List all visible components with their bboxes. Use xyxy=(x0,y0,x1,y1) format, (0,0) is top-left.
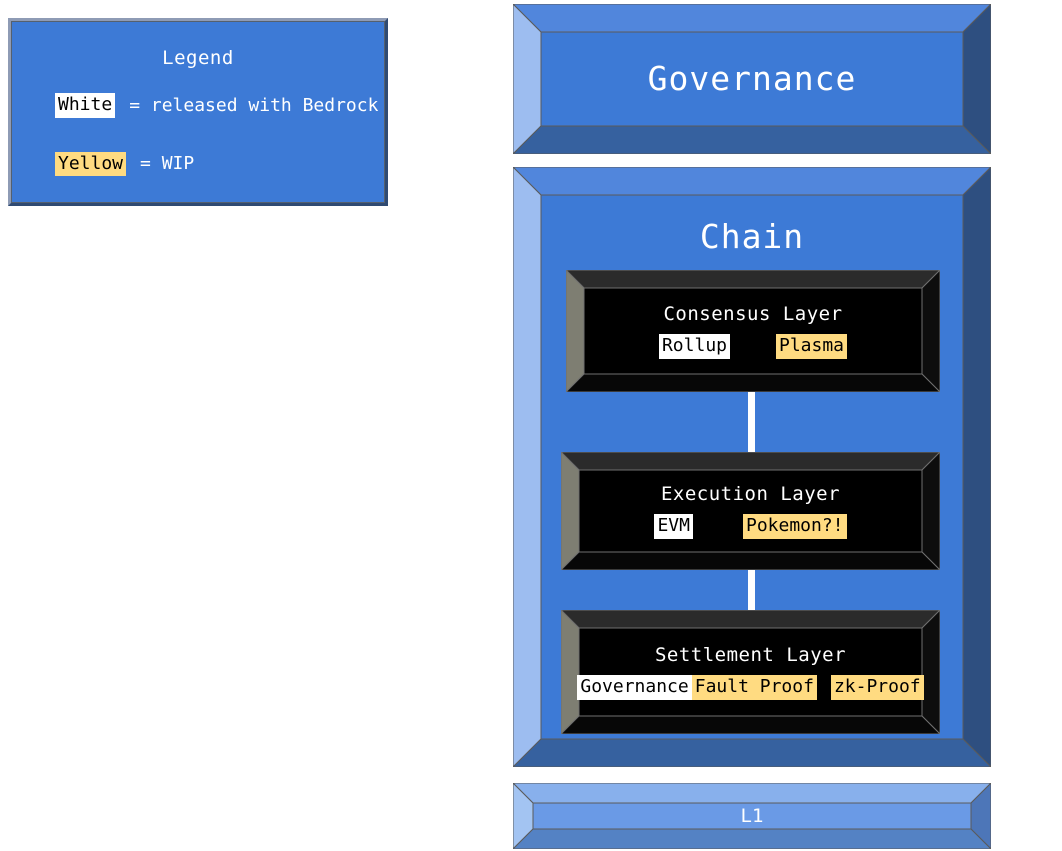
consensus-layer-content: Consensus Layer Rollup Plasma xyxy=(584,288,922,374)
tag-fault-proof: Fault Proof xyxy=(691,675,817,700)
consensus-layer-box: Consensus Layer Rollup Plasma xyxy=(566,270,940,392)
legend-chip-yellow: Yellow xyxy=(55,151,127,176)
connector-execution-settlement xyxy=(748,570,755,614)
settlement-tag-row: Governance Fault Proof zk-Proof xyxy=(577,675,924,700)
l1-title: L1 xyxy=(740,805,764,827)
settlement-layer-content: Settlement Layer Governance Fault Proof … xyxy=(577,628,924,716)
tag-rollup: Rollup xyxy=(658,334,730,359)
settlement-layer-box: Settlement Layer Governance Fault Proof … xyxy=(561,610,940,734)
tag-plasma: Plasma xyxy=(776,334,848,359)
l1-box: L1 xyxy=(513,783,991,849)
governance-box: Governance xyxy=(513,4,991,154)
tag-evm: EVM xyxy=(654,514,693,539)
connector-consensus-execution xyxy=(748,392,755,458)
execution-layer-content: Execution Layer EVM Pokemon?! xyxy=(579,470,922,552)
tag-zk-proof: zk-Proof xyxy=(830,675,924,700)
settlement-layer-title: Settlement Layer xyxy=(654,644,847,667)
consensus-tag-row: Rollup Plasma xyxy=(658,334,848,359)
execution-layer-title: Execution Layer xyxy=(660,483,841,506)
legend-desc-yellow: = WIP xyxy=(140,153,195,175)
legend-panel: Legend White = released with Bedrock Yel… xyxy=(8,18,388,206)
consensus-layer-title: Consensus Layer xyxy=(663,303,843,326)
legend-desc-white: = released with Bedrock xyxy=(129,94,379,116)
legend-row-yellow: Yellow = WIP xyxy=(55,151,385,176)
tag-governance: Governance xyxy=(577,675,692,700)
governance-title: Governance xyxy=(647,59,857,98)
legend-title: Legend xyxy=(162,47,234,69)
legend-row-white: White = released with Bedrock xyxy=(55,93,385,118)
execution-tag-row: EVM Pokemon?! xyxy=(654,514,847,539)
execution-layer-box: Execution Layer EVM Pokemon?! xyxy=(561,452,940,570)
legend-chip-white: White xyxy=(55,93,116,118)
chain-title: Chain xyxy=(699,217,805,256)
tag-pokemon: Pokemon?! xyxy=(742,514,847,539)
